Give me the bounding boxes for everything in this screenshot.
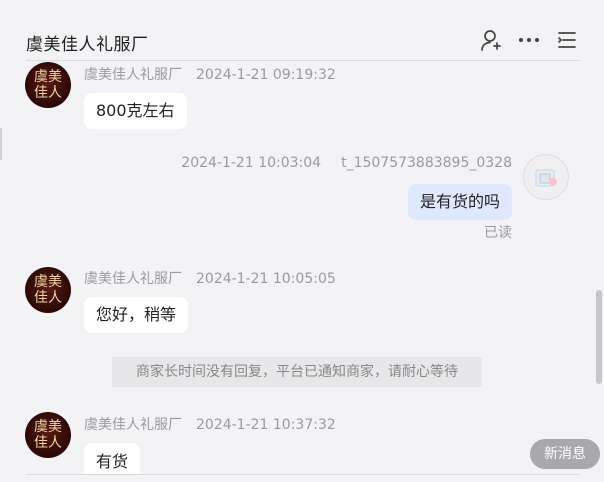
avatar-logo-text: 佳人	[34, 85, 62, 101]
message-bubble[interactable]: 是有货的吗	[407, 184, 512, 220]
system-notice: 商家长时间没有回复，平台已通知商家，请耐心等待	[112, 357, 482, 387]
header-divider	[26, 60, 580, 61]
more-icon[interactable]	[517, 28, 541, 52]
message-bubble[interactable]: 您好，稍等	[84, 297, 189, 333]
message-meta: 2024-1-21 10:03:04 t_1507573883895_0328	[181, 155, 512, 171]
seller-avatar[interactable]: 虞美 佳人	[25, 62, 71, 108]
sender-name: 虞美佳人礼服厂	[84, 417, 182, 433]
seller-avatar[interactable]: 虞美 佳人	[25, 267, 71, 313]
message-time: 2024-1-21 09:19:32	[196, 67, 336, 83]
chat-title: 虞美佳人礼服厂	[26, 35, 149, 55]
message-meta: 虞美佳人礼服厂 2024-1-21 10:37:32	[84, 414, 336, 434]
left-edge-tab[interactable]	[0, 128, 2, 160]
message-bubble[interactable]: 800克左右	[84, 93, 187, 129]
menu-icon[interactable]	[555, 28, 579, 52]
sender-name: 虞美佳人礼服厂	[84, 271, 182, 287]
read-status: 已读	[484, 225, 512, 241]
seller-avatar[interactable]: 虞美 佳人	[25, 412, 71, 458]
message-bubble[interactable]: 有货	[84, 443, 141, 475]
avatar-image	[535, 169, 557, 187]
sender-name: 虞美佳人礼服厂	[84, 67, 182, 83]
sender-name: t_1507573883895_0328	[341, 155, 512, 171]
message-meta: 虞美佳人礼服厂 2024-1-21 10:05:05	[84, 268, 336, 288]
message-meta: 虞美佳人礼服厂 2024-1-21 09:19:32	[84, 64, 336, 84]
avatar-logo-text: 虞美	[34, 69, 62, 85]
avatar-logo-text: 佳人	[34, 290, 62, 306]
chat-header: 虞美佳人礼服厂	[0, 0, 604, 62]
avatar-logo-text: 虞美	[34, 274, 62, 290]
message-time: 2024-1-21 10:03:04	[181, 155, 322, 171]
user-avatar[interactable]	[523, 154, 569, 200]
avatar-logo-text: 虞美	[34, 419, 62, 435]
avatar-logo-text: 佳人	[34, 435, 62, 451]
scrollbar-thumb[interactable]	[596, 290, 602, 384]
user-plus-icon[interactable]	[479, 28, 503, 52]
message-time: 2024-1-21 10:05:05	[196, 271, 336, 287]
new-message-button[interactable]: 新消息	[530, 439, 600, 469]
input-divider	[26, 474, 580, 475]
message-time: 2024-1-21 10:37:32	[196, 417, 336, 433]
